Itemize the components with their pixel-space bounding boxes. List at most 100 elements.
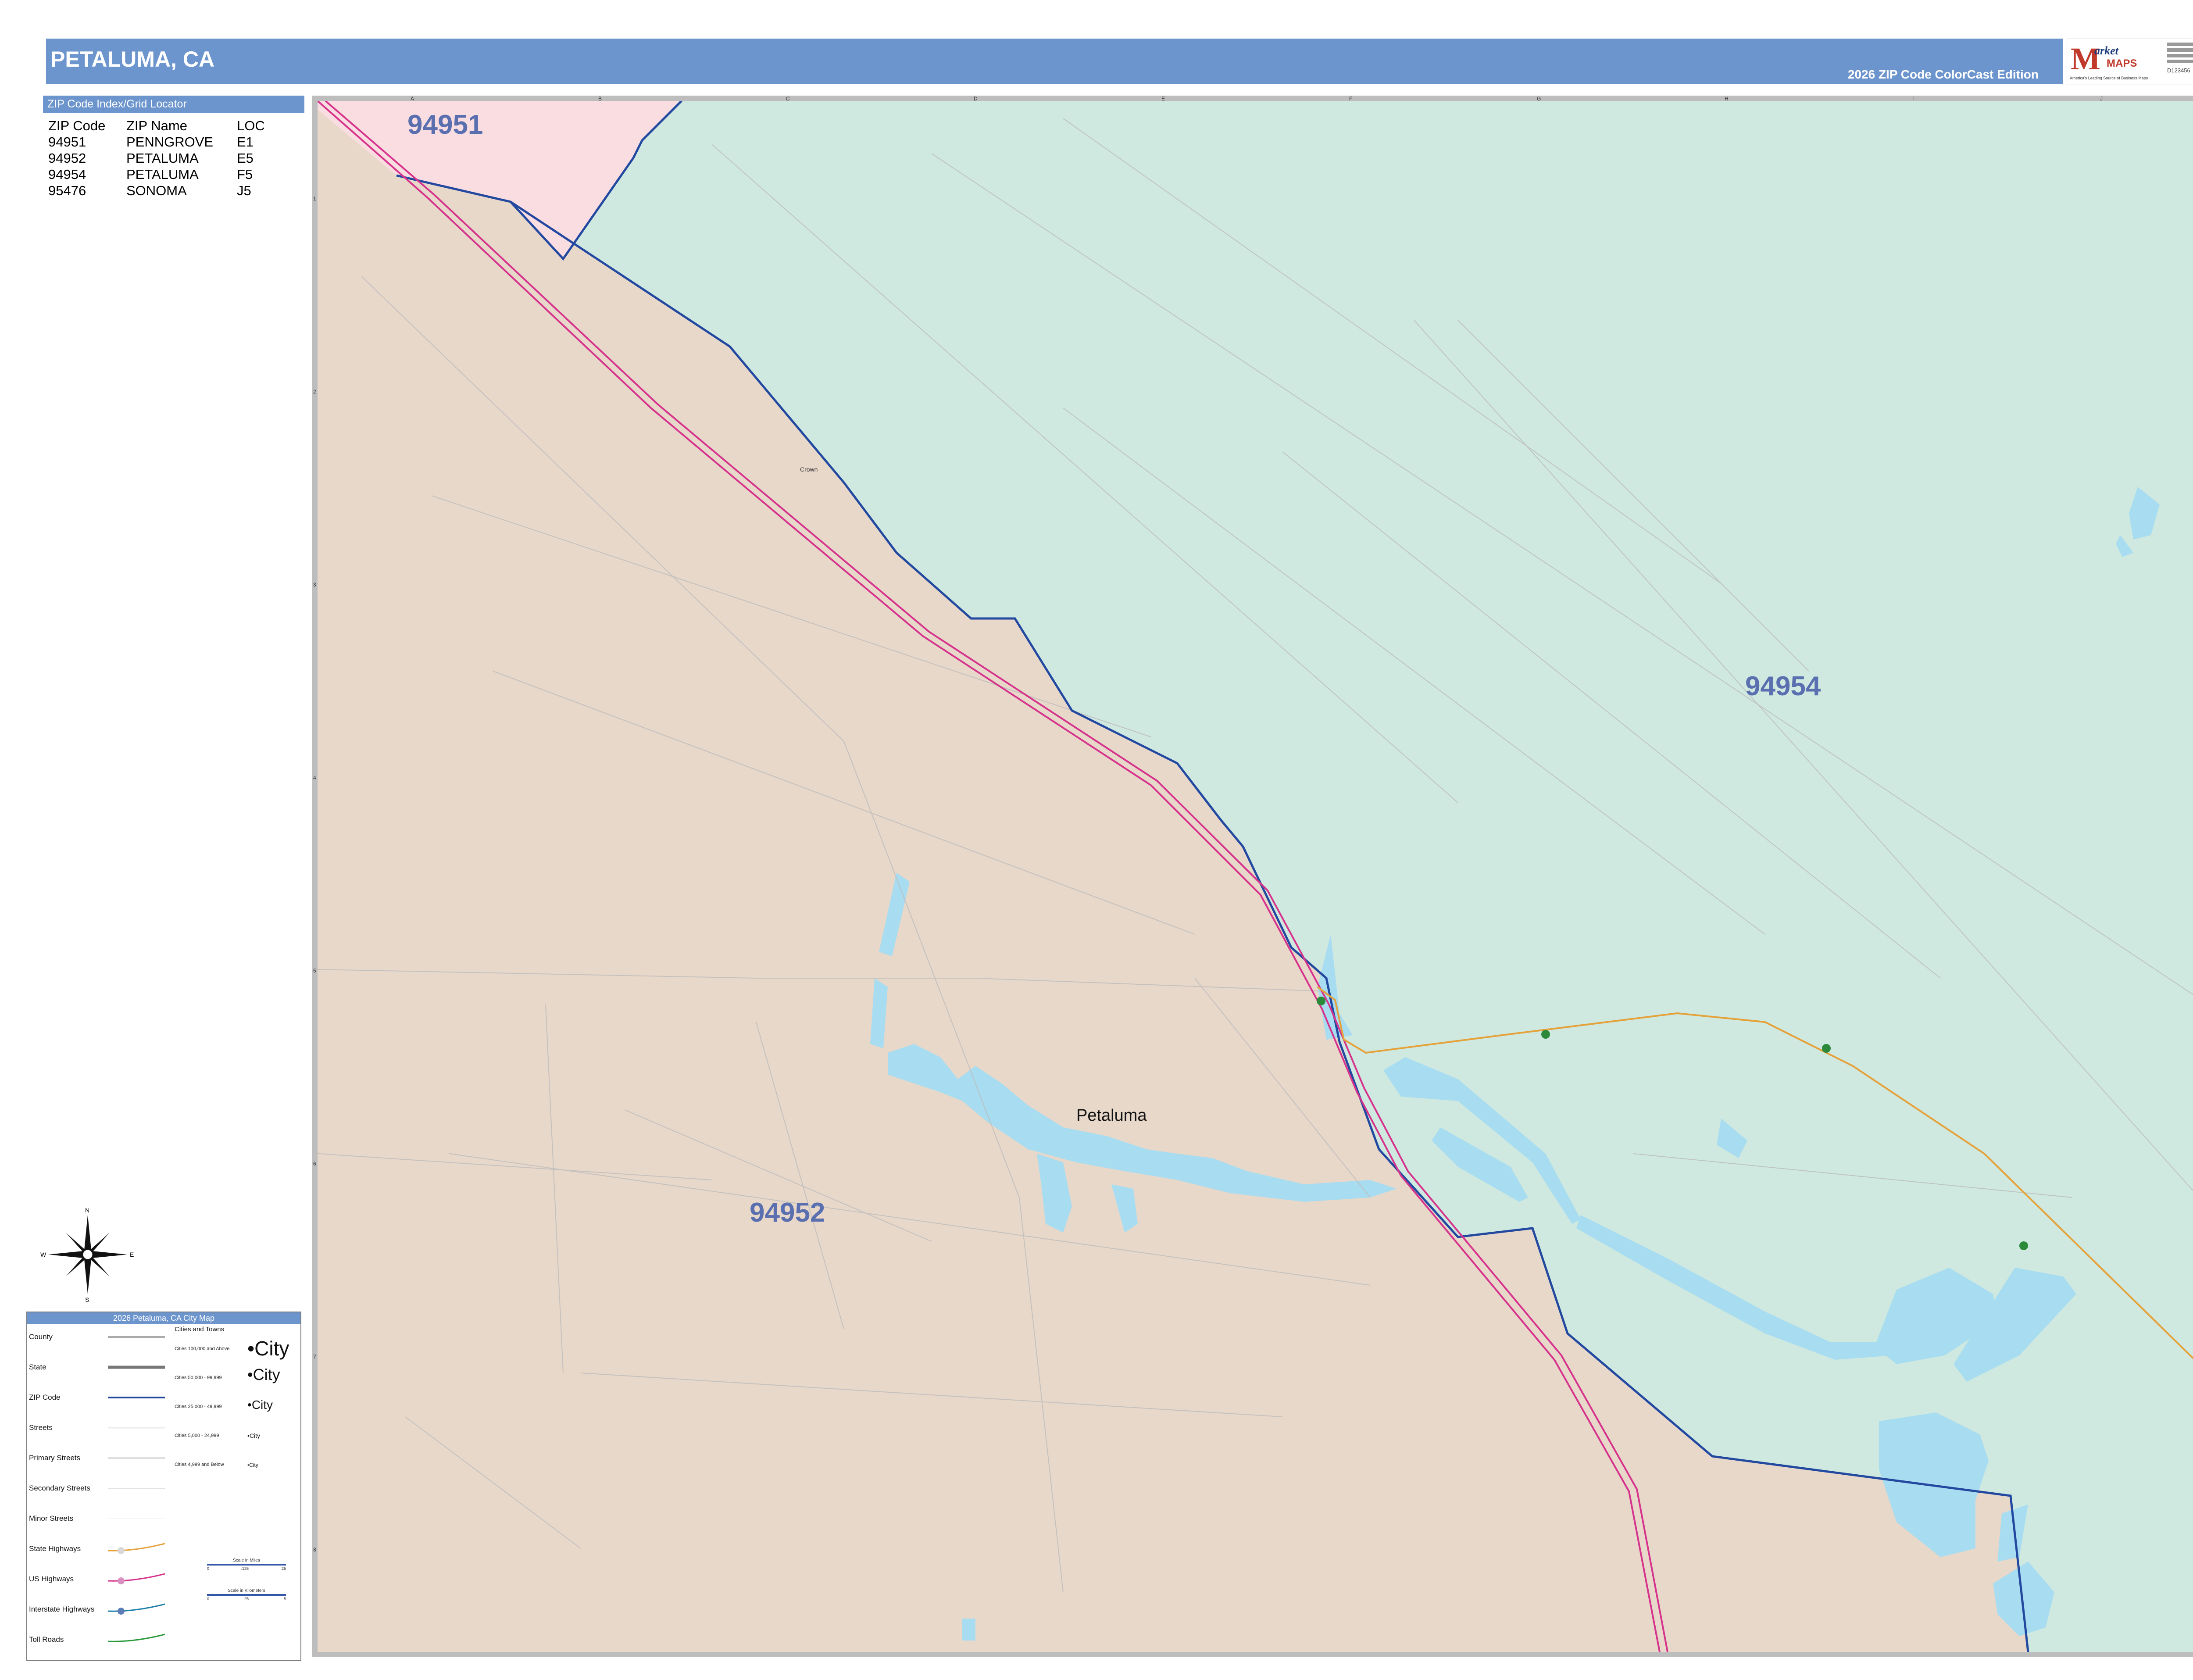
legend-row-streets: Streets [29,1419,174,1449]
minor-street-icon [108,1518,165,1519]
city-sample-text: City [254,1337,289,1360]
grid-row-label: 4 [313,775,316,781]
scale-bars: Scale in Miles 0 .125 .25 Scale in Kilom… [194,1558,299,1601]
highway-shield-icon [1317,997,1325,1005]
scale-tick: .25 [280,1566,286,1571]
scale-tick: 0 [207,1597,210,1601]
city-sample: •City [247,1365,280,1383]
grid-col-label: J [2100,96,2103,102]
legend-label: ZIP Code [29,1393,61,1401]
city-sample-text: City [251,1398,273,1412]
legend-city-row: Cities 100,000 and Above •City [172,1337,295,1365]
logo-tagline: America's Leading Source of Business Map… [2070,76,2148,80]
primary-street-icon [108,1457,165,1459]
grid-col-label: D [974,96,978,102]
legend-heading: 2026 Petaluma, CA City Map [27,1312,300,1324]
legend-label: State [29,1363,46,1371]
map-title: PETALUMA, CA [50,47,215,71]
zip-label-94952: 94952 [750,1197,825,1228]
city-range-label: Cities 4,999 and Below [175,1462,224,1467]
compass-north-label: N [85,1207,89,1214]
scale-miles-bar [207,1564,286,1566]
street-line-icon [108,1427,165,1429]
legend-row-primary: Primary Streets [29,1449,174,1480]
grid-col-label: A [411,96,414,102]
legend-row-zip: ZIP Code [29,1389,174,1419]
legend-row-county: County [29,1328,174,1358]
table-row: 94952 PETALUMA E5 [48,150,304,167]
table-row: 94951 PENNGROVE E1 [48,134,304,150]
zip-code-cell: 94951 [48,134,86,150]
logo-word-maps: MAPS [2107,57,2137,69]
zip-loc-cell: E1 [237,134,254,150]
grid-col-label: F [1349,96,1353,102]
legend-row-us-hwy: US Highways [29,1570,174,1601]
col-header-name: ZIP Name [126,118,187,133]
city-range-label: Cities 50,000 - 99,999 [175,1375,222,1380]
map-legend: 2026 Petaluma, CA City Map County State … [26,1312,301,1661]
legend-label: Secondary Streets [29,1484,90,1492]
city-sample: •City [247,1462,258,1468]
zip-index: ZIP Code Index/Grid Locator ZIP Code ZIP… [43,96,304,199]
scale-km-bar [207,1594,286,1596]
map-header: PETALUMA, CA 2026 ZIP Code ColorCast Edi… [46,39,2063,84]
col-header-loc: LOC [237,118,265,133]
compass-west-label: W [40,1251,46,1258]
compass-east-label: E [130,1251,134,1258]
legend-label: Streets [29,1423,53,1432]
legend-row-interstate: Interstate Highways [29,1601,174,1631]
grid-row-label: 1 [313,196,316,202]
map-frame: 94951 94954 94952 Petaluma Crown A B C D… [312,96,2193,1657]
secondary-street-icon [108,1488,165,1489]
grid-col-label: B [598,96,602,102]
logo-word-market: arket [2094,44,2118,57]
zip-line-icon [108,1397,165,1398]
zip-loc-cell: F5 [237,167,253,182]
city-sample-text: City [249,1432,261,1439]
us-highway-icon [108,1573,165,1584]
city-sample: •City [247,1337,289,1360]
grid-row-label: 7 [313,1354,316,1360]
grid-col-label: H [1725,96,1729,102]
zip-label-94951: 94951 [407,110,483,140]
city-label-petaluma: Petaluma [1076,1106,1147,1125]
cities-heading: Cities and Towns [175,1326,225,1333]
scale-miles-label: Scale in Miles [233,1558,260,1563]
city-sample: •City [247,1432,261,1439]
table-row: 94954 PETALUMA F5 [48,167,304,183]
legend-label: Primary Streets [29,1454,81,1462]
legend-symbol-list: County State ZIP Code Streets Primary St… [29,1328,174,1661]
zip-label-94954: 94954 [1745,671,1821,701]
map-canvas[interactable]: 94951 94954 94952 Petaluma Crown [318,101,2193,1652]
grid-row-label: 2 [313,389,316,395]
legend-row-state: State [29,1358,174,1389]
scale-km-ticks: 0 .25 .5 [207,1597,286,1601]
county-line-icon [108,1336,165,1338]
scale-km-label: Scale in Kilometers [228,1588,265,1593]
legend-label: Minor Streets [29,1514,74,1523]
legend-row-minor: Minor Streets [29,1510,174,1540]
city-range-label: Cities 5,000 - 24,999 [175,1433,219,1438]
legend-label: County [29,1333,53,1341]
state-highway-icon [108,1543,165,1554]
compass-south-label: S [85,1296,89,1303]
compass-rose-icon: N S W E [40,1207,134,1303]
scale-tick: .5 [282,1597,286,1601]
zip-name-cell: PENNGROVE [126,134,214,150]
highway-shield-icon [1822,1044,1831,1053]
zip-code-cell: 94952 [48,150,86,166]
legend-label: US Highways [29,1575,74,1583]
table-row: 95476 SONOMA J5 [48,183,304,199]
legend-city-row: Cities 4,999 and Below •City [172,1452,295,1481]
zip-name-cell: SONOMA [126,183,187,198]
col-header-zip: ZIP Code [48,118,106,133]
zip-loc-cell: E5 [237,150,254,166]
scale-tick: 0 [207,1566,210,1571]
grid-row-label: 6 [313,1161,316,1167]
city-sample: •City [247,1398,273,1412]
product-code: D123456 [2167,67,2190,74]
grid-col-label: G [1537,96,1541,102]
zip-code-cell: 94954 [48,167,86,182]
legend-label: Toll Roads [29,1635,64,1644]
zip-index-heading: ZIP Code Index/Grid Locator [43,96,304,113]
